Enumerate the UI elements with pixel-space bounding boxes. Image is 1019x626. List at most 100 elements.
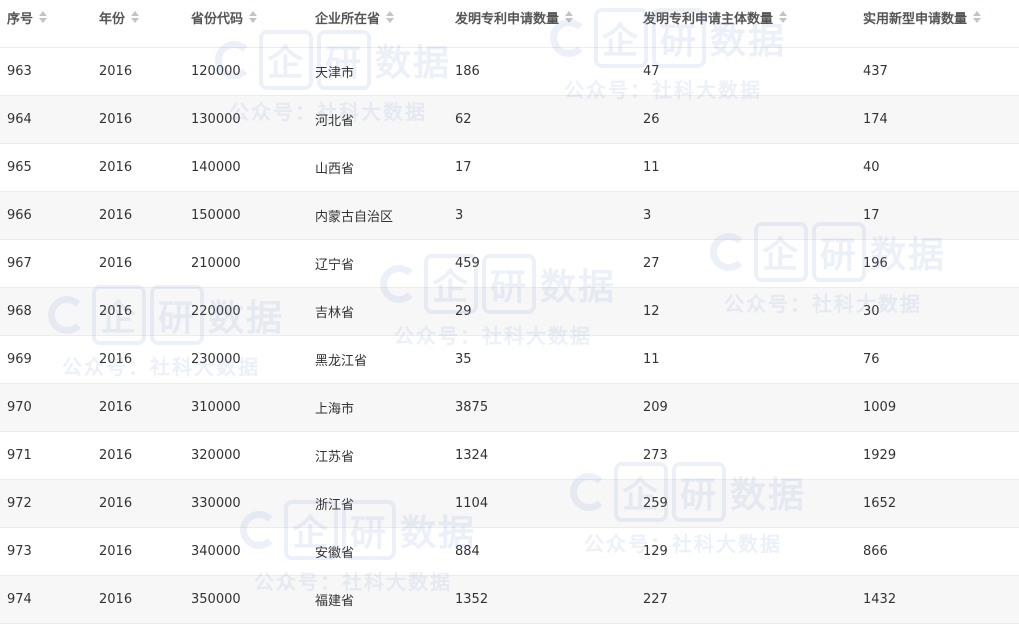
sort-icon[interactable] (249, 11, 258, 23)
cell-index: 967 (7, 256, 32, 271)
cell-province: 浙江省 (315, 498, 355, 513)
cell-invention-applicants: 12 (643, 304, 660, 319)
cell-index: 970 (7, 400, 32, 415)
cell-utility-model-applications: 196 (863, 256, 888, 271)
cell-utility-model-applications: 866 (863, 544, 888, 559)
cell-year: 2016 (99, 304, 133, 319)
table-row[interactable]: 966 2016 150000 内蒙古自治区 3 3 17 (0, 192, 1019, 240)
table-row[interactable]: 969 2016 230000 黑龙江省 35 11 76 (0, 336, 1019, 384)
cell-utility-model-applications: 1929 (863, 448, 897, 463)
cell-invention-applicants: 227 (643, 592, 668, 607)
column-header-label: 企业所在省 (315, 11, 381, 27)
column-header-utility-model-applications[interactable]: 实用新型申请数量 (863, 0, 982, 47)
table-row[interactable]: 972 2016 330000 浙江省 1104 259 1652 (0, 480, 1019, 528)
cell-year: 2016 (99, 592, 133, 607)
cell-province-code: 150000 (191, 208, 241, 223)
table-row[interactable]: 963 2016 120000 天津市 186 47 437 (0, 48, 1019, 96)
table-row[interactable]: 965 2016 140000 山西省 17 11 40 (0, 144, 1019, 192)
cell-invention-applications: 3875 (455, 400, 489, 415)
column-header-label: 发明专利申请数量 (455, 11, 560, 27)
cell-utility-model-applications: 1009 (863, 400, 897, 415)
cell-province-code: 140000 (191, 160, 241, 175)
cell-invention-applicants: 47 (643, 64, 660, 79)
cell-province: 福建省 (315, 594, 355, 609)
table-row[interactable]: 974 2016 350000 福建省 1352 227 1432 (0, 576, 1019, 624)
cell-invention-applications: 1352 (455, 592, 489, 607)
cell-province: 内蒙古自治区 (315, 210, 394, 225)
cell-index: 964 (7, 112, 32, 127)
cell-invention-applicants: 26 (643, 112, 660, 127)
table-row[interactable]: 964 2016 130000 河北省 62 26 174 (0, 96, 1019, 144)
cell-index: 971 (7, 448, 32, 463)
column-header-year[interactable]: 年份 (99, 0, 140, 47)
cell-province: 上海市 (315, 402, 355, 417)
cell-invention-applicants: 129 (643, 544, 668, 559)
sort-icon[interactable] (39, 11, 48, 23)
cell-utility-model-applications: 1652 (863, 496, 897, 511)
cell-index: 973 (7, 544, 32, 559)
cell-invention-applications: 459 (455, 256, 480, 271)
table-row[interactable]: 970 2016 310000 上海市 3875 209 1009 (0, 384, 1019, 432)
table-row[interactable]: 971 2016 320000 江苏省 1324 273 1929 (0, 432, 1019, 480)
cell-province: 山西省 (315, 162, 355, 177)
cell-invention-applications: 3 (455, 208, 464, 223)
column-header-province[interactable]: 企业所在省 (315, 0, 395, 47)
sort-icon[interactable] (565, 11, 574, 23)
cell-province-code: 220000 (191, 304, 241, 319)
column-header-province-code[interactable]: 省份代码 (191, 0, 258, 47)
cell-index: 969 (7, 352, 32, 367)
sort-icon[interactable] (131, 11, 140, 23)
column-header-invention-applicants[interactable]: 发明专利申请主体数量 (643, 0, 788, 47)
sort-icon[interactable] (779, 11, 788, 23)
cell-province: 辽宁省 (315, 258, 355, 273)
column-header-label: 省份代码 (191, 11, 244, 27)
cell-invention-applications: 186 (455, 64, 480, 79)
column-header-invention-applications[interactable]: 发明专利申请数量 (455, 0, 574, 47)
sort-icon[interactable] (973, 11, 982, 23)
cell-province: 河北省 (315, 114, 355, 129)
column-header-label: 序号 (7, 11, 34, 27)
cell-province: 江苏省 (315, 450, 355, 465)
cell-index: 972 (7, 496, 32, 511)
cell-year: 2016 (99, 352, 133, 367)
table-header: 序号 年份 省份代码 企业所在省 发明专利申请数量 发明专利申请主体数量 实用新… (0, 0, 1019, 48)
cell-invention-applicants: 259 (643, 496, 668, 511)
column-header-index[interactable]: 序号 (7, 0, 48, 47)
cell-province-code: 340000 (191, 544, 241, 559)
cell-invention-applicants: 11 (643, 352, 660, 367)
cell-province-code: 310000 (191, 400, 241, 415)
cell-invention-applications: 35 (455, 352, 472, 367)
cell-invention-applications: 17 (455, 160, 472, 175)
cell-index: 974 (7, 592, 32, 607)
cell-utility-model-applications: 30 (863, 304, 880, 319)
cell-year: 2016 (99, 400, 133, 415)
cell-province-code: 230000 (191, 352, 241, 367)
cell-invention-applications: 1104 (455, 496, 489, 511)
cell-invention-applications: 29 (455, 304, 472, 319)
cell-utility-model-applications: 17 (863, 208, 880, 223)
table-row[interactable]: 968 2016 220000 吉林省 29 12 30 (0, 288, 1019, 336)
table-row[interactable]: 967 2016 210000 辽宁省 459 27 196 (0, 240, 1019, 288)
cell-year: 2016 (99, 256, 133, 271)
cell-index: 965 (7, 160, 32, 175)
cell-invention-applicants: 209 (643, 400, 668, 415)
cell-province: 安徽省 (315, 546, 355, 561)
cell-year: 2016 (99, 496, 133, 511)
cell-invention-applications: 62 (455, 112, 472, 127)
cell-index: 968 (7, 304, 32, 319)
cell-province-code: 210000 (191, 256, 241, 271)
cell-utility-model-applications: 40 (863, 160, 880, 175)
cell-invention-applications: 884 (455, 544, 480, 559)
cell-province-code: 350000 (191, 592, 241, 607)
cell-utility-model-applications: 437 (863, 64, 888, 79)
cell-invention-applicants: 27 (643, 256, 660, 271)
table-row[interactable]: 973 2016 340000 安徽省 884 129 866 (0, 528, 1019, 576)
cell-index: 963 (7, 64, 32, 79)
sort-icon[interactable] (386, 11, 395, 23)
data-table: 序号 年份 省份代码 企业所在省 发明专利申请数量 发明专利申请主体数量 实用新… (0, 0, 1019, 624)
cell-year: 2016 (99, 208, 133, 223)
cell-year: 2016 (99, 160, 133, 175)
cell-province-code: 120000 (191, 64, 241, 79)
cell-year: 2016 (99, 64, 133, 79)
cell-utility-model-applications: 174 (863, 112, 888, 127)
